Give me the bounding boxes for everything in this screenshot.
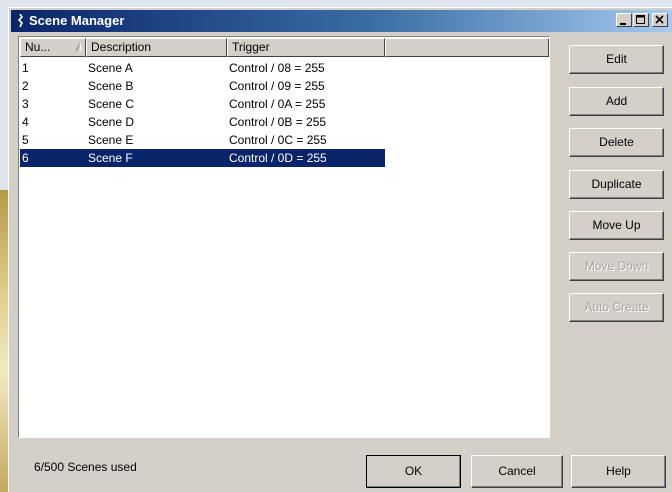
row-trigger: Control / 0A = 255	[229, 97, 326, 111]
table-row[interactable]: 1 Scene A Control / 08 = 255	[20, 59, 549, 77]
app-icon	[16, 13, 24, 28]
duplicate-button[interactable]: Duplicate	[569, 170, 664, 199]
ok-button[interactable]: OK	[366, 455, 461, 488]
column-header-description[interactable]: Description	[86, 38, 227, 57]
column-label: Nu...	[25, 40, 51, 54]
column-label: Description	[91, 40, 152, 54]
table-row[interactable]: 3 Scene C Control / 0A = 255	[20, 95, 549, 113]
maximize-button[interactable]	[633, 13, 649, 27]
row-description: Scene E	[88, 133, 134, 147]
help-button[interactable]: Help	[571, 455, 666, 488]
row-number: 4	[22, 115, 29, 129]
row-description: Scene B	[88, 79, 134, 93]
row-description: Scene D	[88, 115, 135, 129]
add-button[interactable]: Add	[569, 87, 664, 116]
move-down-button[interactable]: Move Down	[569, 252, 664, 281]
list-header: Nu... Description Trigger	[20, 38, 549, 57]
table-row-selected[interactable]: 6 Scene F Control / 0D = 255	[20, 149, 549, 167]
row-trigger: Control / 0D = 255	[229, 151, 327, 165]
close-icon	[655, 15, 664, 24]
maximize-icon	[636, 15, 645, 24]
sort-indicator-icon	[75, 42, 82, 52]
title-bar[interactable]: Scene Manager	[11, 10, 672, 32]
scene-list[interactable]: Nu... Description Trigger 1 Scene A Cont…	[18, 36, 550, 438]
row-number: 2	[22, 79, 29, 93]
row-trigger: Control / 09 = 255	[229, 79, 325, 93]
scenes-used-status: 6/500 Scenes used	[34, 460, 137, 474]
row-description: Scene A	[88, 61, 133, 75]
minimize-icon	[620, 23, 626, 25]
row-description: Scene C	[88, 97, 135, 111]
table-row[interactable]: 2 Scene B Control / 09 = 255	[20, 77, 549, 95]
row-number: 3	[22, 97, 29, 111]
row-number: 1	[22, 61, 29, 75]
scene-manager-window: Scene Manager Nu... Description Trigger	[8, 7, 672, 492]
column-header-filler	[385, 38, 549, 57]
column-header-number[interactable]: Nu...	[20, 38, 86, 57]
close-button[interactable]	[652, 13, 668, 27]
table-row[interactable]: 4 Scene D Control / 0B = 255	[20, 113, 549, 131]
row-number: 5	[22, 133, 29, 147]
edit-button[interactable]: Edit	[569, 45, 664, 74]
window-title: Scene Manager	[29, 13, 125, 28]
table-row[interactable]: 5 Scene E Control / 0C = 255	[20, 131, 549, 149]
row-trigger: Control / 0B = 255	[229, 115, 327, 129]
column-header-trigger[interactable]: Trigger	[227, 38, 385, 57]
minimize-button[interactable]	[616, 13, 632, 27]
auto-create-button[interactable]: Auto Create	[569, 293, 664, 322]
move-up-button[interactable]: Move Up	[569, 211, 664, 240]
column-label: Trigger	[232, 40, 270, 54]
row-trigger: Control / 08 = 255	[229, 61, 325, 75]
row-trigger: Control / 0C = 255	[229, 133, 327, 147]
list-rows: 1 Scene A Control / 08 = 255 2 Scene B C…	[20, 59, 549, 167]
row-description: Scene F	[88, 151, 133, 165]
delete-button[interactable]: Delete	[569, 128, 664, 157]
row-number: 6	[22, 151, 29, 165]
cancel-button[interactable]: Cancel	[471, 455, 563, 488]
